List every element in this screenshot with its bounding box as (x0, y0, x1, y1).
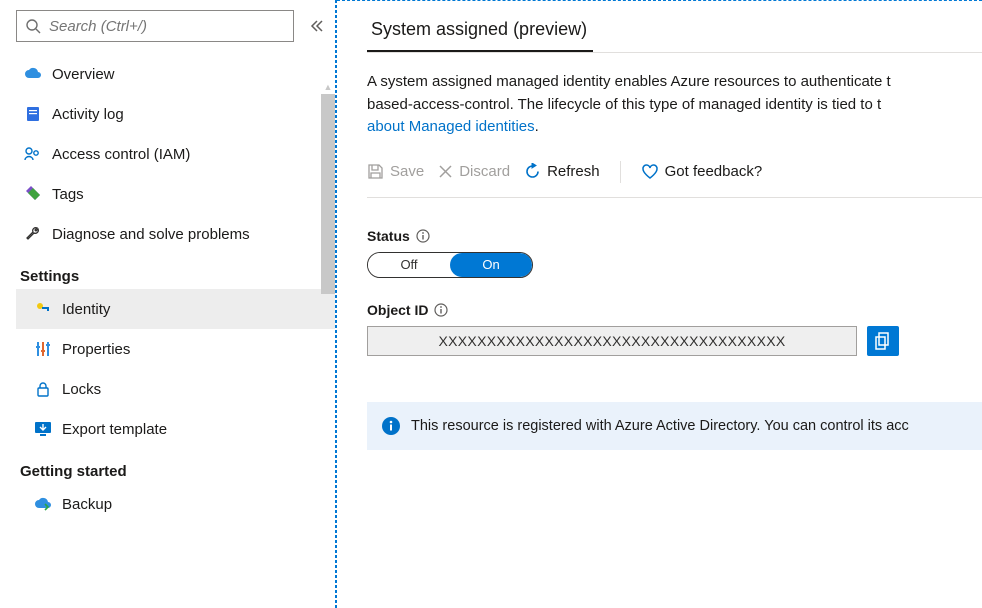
sidebar-item-label: Locks (56, 381, 101, 398)
main-pane: System assigned (preview) A system assig… (337, 0, 982, 608)
sidebar-item-activity-log[interactable]: Activity log (16, 94, 335, 134)
sidebar-item-tags[interactable]: Tags (16, 174, 335, 214)
tab-system-assigned[interactable]: System assigned (preview) (367, 11, 591, 50)
key-icon (35, 301, 51, 317)
sidebar-item-label: Activity log (46, 106, 124, 123)
object-id-field[interactable]: XXXXXXXXXXXXXXXXXXXXXXXXXXXXXXXXXXXX (367, 326, 857, 356)
tab-row: System assigned (preview) (367, 11, 982, 53)
description-text: A system assigned managed identity enabl… (367, 71, 982, 139)
feedback-button[interactable]: Got feedback? (641, 163, 763, 180)
wrench-icon (25, 226, 41, 242)
sidebar-item-label: Tags (46, 186, 84, 203)
object-id-label-row: Object ID (367, 302, 982, 318)
book-icon (25, 106, 41, 122)
status-toggle[interactable]: Off On (367, 252, 533, 278)
sidebar-item-label: Overview (46, 66, 115, 83)
lock-icon (36, 381, 50, 397)
sidebar-item-backup[interactable]: Backup (16, 484, 335, 524)
toggle-on[interactable]: On (450, 253, 532, 277)
sidebar: Overview Activity log Access control (IA… (0, 0, 335, 608)
chevron-double-left-icon (310, 19, 324, 33)
search-icon (25, 18, 41, 34)
learn-more-link[interactable]: about Managed identities (367, 118, 535, 135)
toolbar: Save Discard Refresh Got feedback? (367, 161, 982, 183)
sidebar-item-label: Backup (56, 496, 112, 513)
collapse-sidebar-button[interactable] (306, 19, 328, 33)
sidebar-item-overview[interactable]: Overview (16, 54, 335, 94)
sidebar-section-settings: Settings (20, 268, 335, 285)
sidebar-item-label: Diagnose and solve problems (46, 226, 250, 243)
status-label: Status (367, 228, 410, 244)
sidebar-item-label: Identity (56, 301, 110, 318)
discard-button[interactable]: Discard (438, 163, 510, 180)
status-label-row: Status (367, 228, 982, 244)
scrollbar-thumb[interactable] (321, 94, 335, 294)
monitor-download-icon (34, 421, 52, 437)
heart-icon (641, 164, 659, 180)
sliders-icon (35, 341, 51, 357)
save-icon (367, 163, 384, 180)
toggle-off[interactable]: Off (368, 253, 450, 277)
close-icon (438, 164, 453, 179)
copy-button[interactable] (867, 326, 899, 356)
info-icon[interactable] (416, 229, 430, 243)
sidebar-item-identity[interactable]: Identity (16, 289, 335, 329)
sidebar-item-properties[interactable]: Properties (16, 329, 335, 369)
cloud-icon (24, 67, 42, 81)
sidebar-item-diagnose[interactable]: Diagnose and solve problems (16, 214, 335, 254)
info-icon[interactable] (434, 303, 448, 317)
sidebar-section-getting-started: Getting started (20, 463, 335, 480)
tag-icon (25, 186, 41, 202)
sidebar-scrollbar[interactable]: ▲ (321, 80, 335, 600)
sidebar-item-label: Properties (56, 341, 130, 358)
refresh-icon (524, 163, 541, 180)
copy-icon (875, 332, 891, 350)
object-id-label: Object ID (367, 302, 428, 318)
sidebar-item-label: Access control (IAM) (46, 146, 190, 163)
info-banner-text: This resource is registered with Azure A… (411, 418, 909, 434)
sidebar-item-export-template[interactable]: Export template (16, 409, 335, 449)
refresh-button[interactable]: Refresh (524, 163, 600, 180)
search-input[interactable] (49, 18, 285, 35)
info-banner: This resource is registered with Azure A… (367, 402, 982, 450)
info-circle-icon (381, 416, 401, 436)
save-button[interactable]: Save (367, 163, 424, 180)
people-icon (24, 146, 42, 162)
toolbar-separator (620, 161, 621, 183)
sidebar-item-access-control[interactable]: Access control (IAM) (16, 134, 335, 174)
sidebar-item-locks[interactable]: Locks (16, 369, 335, 409)
search-box[interactable] (16, 10, 294, 42)
sidebar-item-label: Export template (56, 421, 167, 438)
cloud-arrow-icon (34, 497, 52, 511)
scroll-up-arrow-icon[interactable]: ▲ (321, 80, 335, 94)
